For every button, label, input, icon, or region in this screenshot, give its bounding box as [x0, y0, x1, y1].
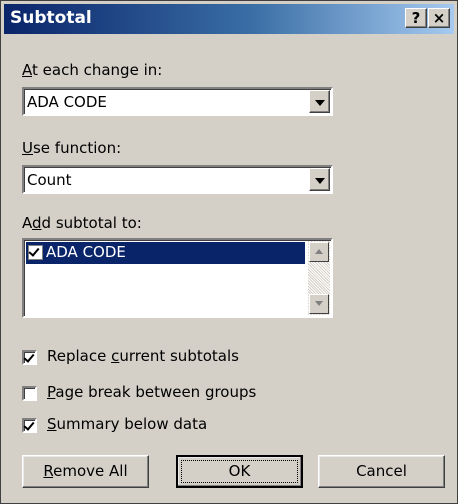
use-function-label: Use function: [22, 139, 122, 157]
checkmark-icon [23, 351, 35, 363]
checkmark-icon [28, 245, 40, 257]
add-subtotal-label: Add subtotal to: [22, 214, 142, 232]
list-item-label: ADA CODE [46, 243, 126, 261]
scroll-down-icon [315, 301, 323, 306]
dropdown-arrow-button[interactable] [309, 168, 330, 191]
page-break-between-groups-label[interactable]: Page break between groups [47, 383, 256, 401]
ok-button[interactable]: OK [176, 455, 303, 488]
remove-all-button[interactable]: Remove All [22, 455, 149, 488]
checkmark-icon [23, 419, 35, 431]
close-button[interactable]: × [428, 8, 450, 28]
help-button[interactable]: ? [405, 8, 427, 28]
replace-current-subtotals-checkbox[interactable] [22, 350, 37, 365]
summary-below-data-label[interactable]: Summary below data [47, 415, 207, 433]
add-subtotal-listbox[interactable]: ADA CODE [22, 238, 333, 318]
cancel-button[interactable]: Cancel [318, 455, 445, 488]
replace-current-subtotals-label[interactable]: Replace current subtotals [47, 347, 239, 365]
summary-below-data-checkbox[interactable] [22, 418, 37, 433]
at-each-change-label: At each change in: [22, 61, 163, 79]
subtotal-dialog: Subtotal ? × At each change in: ADA CODE… [0, 0, 458, 504]
close-icon: × [432, 9, 446, 27]
use-function-value: Count [27, 171, 72, 189]
at-each-change-dropdown[interactable]: ADA CODE [22, 87, 333, 116]
title-bar[interactable]: Subtotal ? × [4, 4, 454, 34]
at-each-change-value: ADA CODE [27, 93, 107, 111]
window-title: Subtotal [10, 8, 92, 28]
scroll-down-button[interactable] [309, 294, 329, 314]
dropdown-arrow-button[interactable] [309, 90, 330, 113]
vertical-scrollbar[interactable] [308, 241, 330, 315]
list-item-checkbox[interactable] [28, 245, 43, 260]
scroll-up-button[interactable] [309, 242, 329, 262]
list-item[interactable]: ADA CODE [26, 242, 305, 264]
scroll-up-icon [315, 249, 323, 254]
page-break-between-groups-checkbox[interactable] [22, 386, 37, 401]
use-function-dropdown[interactable]: Count [22, 165, 333, 194]
chevron-down-icon [315, 178, 325, 184]
chevron-down-icon [315, 100, 325, 106]
